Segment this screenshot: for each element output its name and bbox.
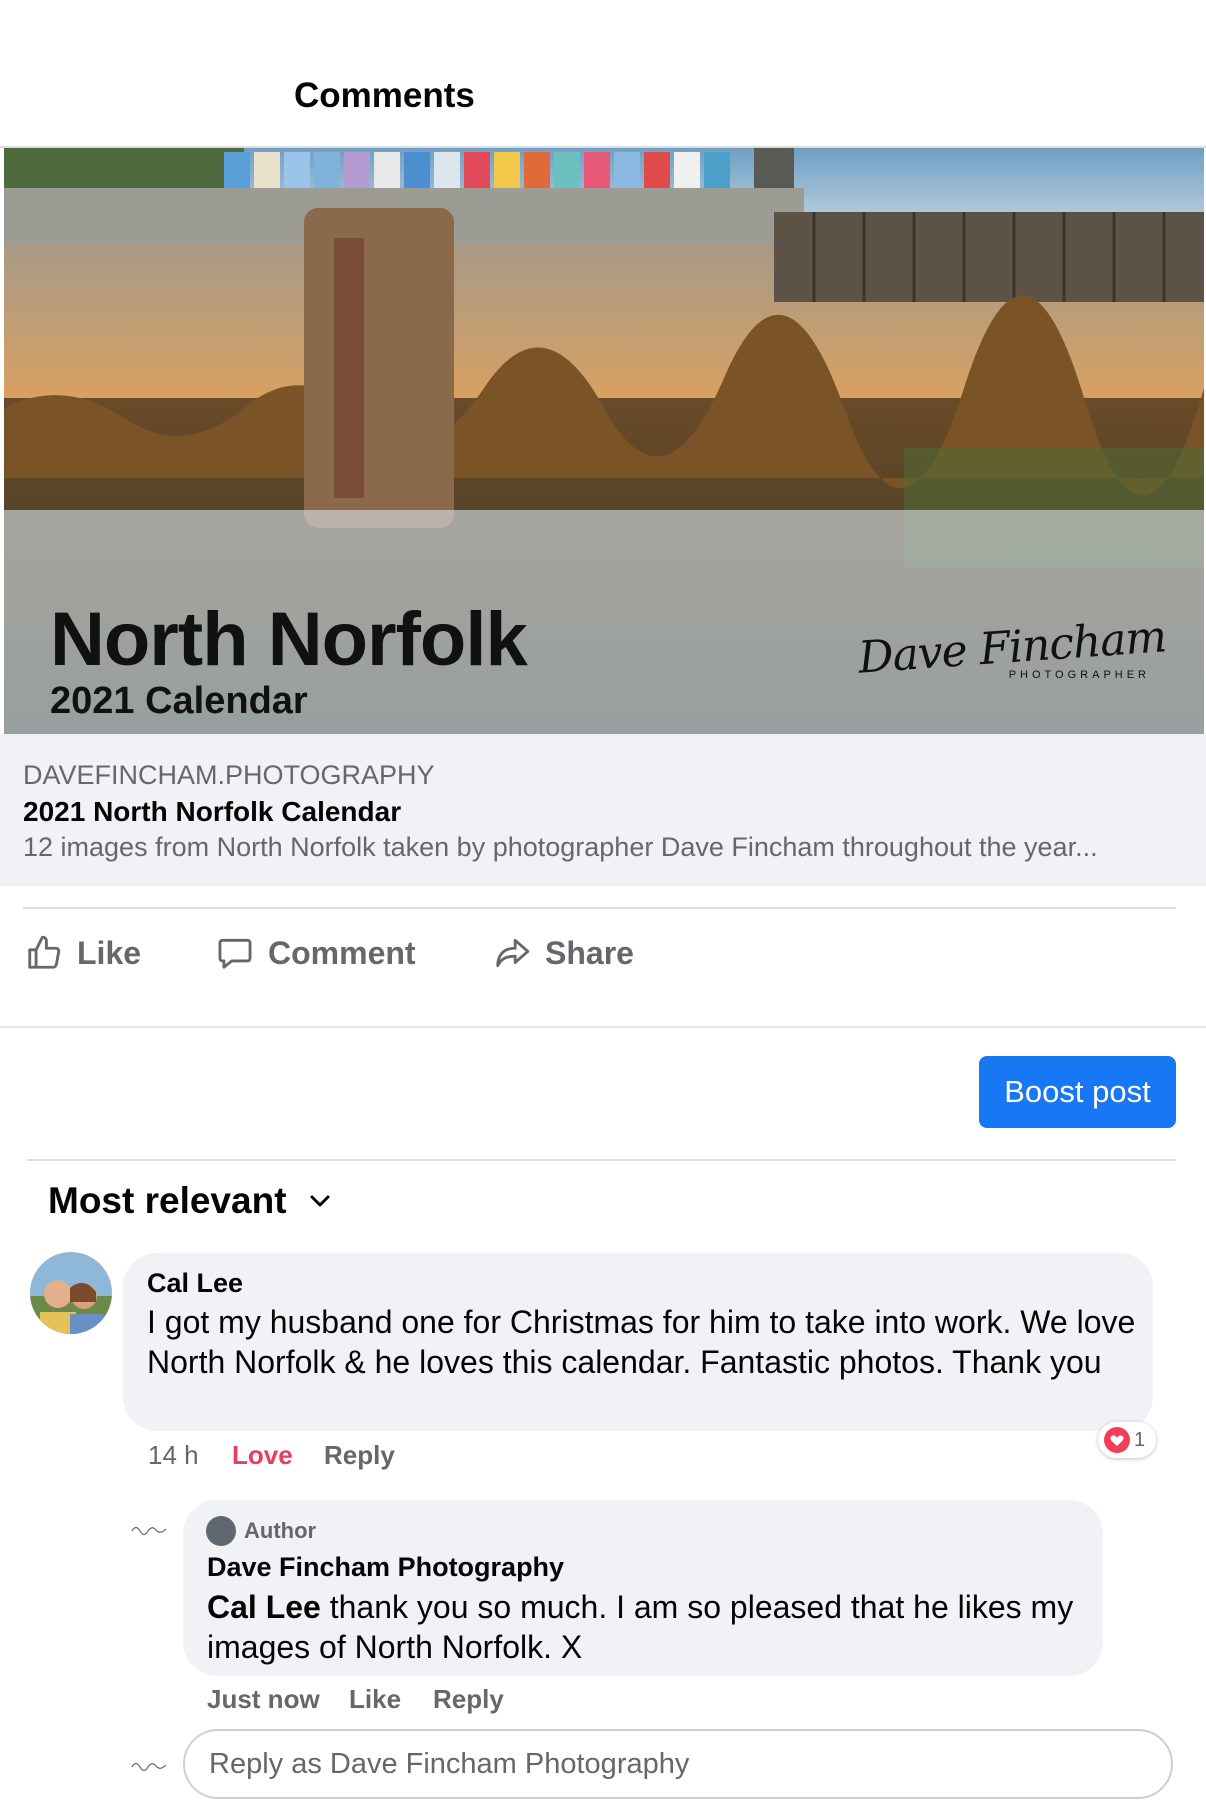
reply-reply-button[interactable]: Reply [433,1684,504,1715]
reply-body: thank you so much. I am so pleased that … [207,1589,1074,1665]
composer-avatar-icon [130,1758,170,1772]
photographer-signature: Dave Fincham PHOTOGRAPHER [856,611,1167,683]
like-label: Like [77,934,142,971]
page-avatar-icon[interactable] [130,1522,170,1536]
comment-author[interactable]: Cal Lee [147,1268,243,1299]
page-title: Comments [294,76,475,115]
author-badge-label: Author [244,1518,317,1543]
preview-image-title: North Norfolk [50,597,528,682]
share-arrow-icon [496,938,530,968]
chevron-down-icon [310,1195,330,1207]
comment-text: I got my husband one for Christmas for h… [147,1304,1136,1380]
signature-mini-icon [131,1526,167,1536]
reaction-count: 1 [1134,1428,1146,1451]
reply-timestamp[interactable]: Just now [207,1684,320,1715]
beach-huts [224,152,730,192]
reply-input[interactable] [183,1729,1173,1799]
mention-link[interactable]: Cal Lee [207,1589,321,1625]
section-divider [0,1026,1206,1028]
user-photo [30,1252,112,1334]
preview-image-subtitle: 2021 Calendar [50,680,308,722]
reply-button[interactable]: Reply [324,1440,395,1471]
comment-sort-dropdown[interactable]: Most relevant [48,1180,331,1222]
like-button[interactable]: Like [25,930,141,976]
link-description: 12 images from North Norfolk taken by ph… [23,832,1098,862]
reaction-count-badge[interactable]: 1 [1098,1422,1156,1458]
boost-post-button[interactable]: Boost post [979,1056,1176,1128]
love-reaction-button[interactable]: Love [232,1440,293,1471]
signature-mini-icon [131,1762,167,1772]
heart-icon [1104,1427,1130,1453]
comment-timestamp[interactable]: 14 h [148,1440,199,1471]
reply-text: Cal Lee thank you so much. I am so pleas… [207,1587,1087,1667]
share-button[interactable]: Share [493,930,634,976]
sort-label: Most relevant [48,1180,287,1221]
avatar[interactable] [30,1252,112,1334]
author-badge-icon [206,1516,236,1546]
comment-button[interactable]: Comment [216,930,416,976]
author-badge: Author [206,1516,316,1546]
comment-bubble-icon [218,938,252,969]
comment-label: Comment [268,934,416,971]
link-domain: DAVEFINCHAM.PHOTOGRAPHY [23,760,435,790]
share-label: Share [545,934,634,971]
reply-like-button[interactable]: Like [349,1684,401,1715]
comments-divider [27,1159,1176,1161]
thumbs-up-icon [28,935,61,969]
link-title: 2021 North Norfolk Calendar [23,796,402,827]
action-divider [23,907,1176,909]
reply-author[interactable]: Dave Fincham Photography [207,1552,564,1583]
